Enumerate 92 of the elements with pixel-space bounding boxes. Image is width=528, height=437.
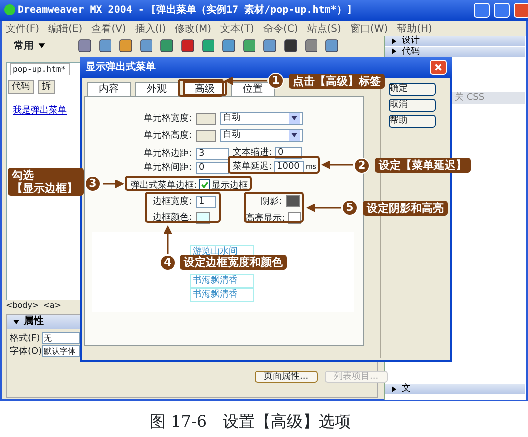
select-value: 自动 [223,113,241,124]
text-field[interactable]: 3 [196,148,229,160]
field-label: 单元格高度: [142,130,192,142]
toolbar-icon[interactable] [140,39,152,53]
collapse-arrow-icon [13,318,20,326]
toolbar-icon[interactable] [160,39,174,53]
app-icon [4,4,16,16]
toolbar-icon[interactable] [78,39,91,53]
dialog-tab[interactable]: 外观 [135,82,179,96]
dialog-tab[interactable]: 内容 [87,82,131,96]
checkbox-label: 显示边框 [212,180,248,192]
highlight-frame [178,79,224,97]
callout-label: 点击【高级】标签 [289,74,385,89]
callout-arrow [306,204,342,212]
figure-caption: 图 17-6 设置【高级】选项 [150,411,352,433]
menu-item[interactable]: 站点(S) [307,22,342,36]
select-field[interactable]: 自动 [220,129,303,142]
callout-label: 设定【菜单延迟】 [375,158,471,173]
menu-item[interactable]: 帮助(H) [397,22,432,36]
field-label: 字体(O) [10,346,43,358]
field-label: 边框颜色: [152,212,192,224]
color-swatch[interactable] [286,195,300,207]
minimize-button[interactable] [474,3,490,18]
insert-category-dropdown[interactable]: 常用 [14,39,54,53]
view-button[interactable]: 拆 [38,80,55,94]
panel-header[interactable]: 代码 [385,46,525,56]
dropdown-arrow-icon [289,130,300,141]
format-field[interactable]: 默认字体 [42,345,80,357]
callout-arrow [321,161,354,169]
dropdown-arrow-icon [289,113,300,124]
toolbar-icon[interactable] [284,39,297,53]
field-label: 格式(F) [10,333,42,345]
expand-arrow-icon [391,386,398,392]
color-swatch[interactable] [196,113,216,125]
field-label: 阴影: [260,196,282,208]
panel-header[interactable]: 文 [385,384,525,394]
toolbar-icon[interactable] [304,39,318,53]
close-button[interactable] [430,60,447,75]
window-title: Dreamweaver MX 2004 - [弹出菜单（实例17 素材/pop-up.htm*）] [18,3,353,18]
close-icon [434,63,443,72]
dialog-button[interactable]: 确定 [389,83,436,96]
callout-arrow [224,77,268,85]
text-field[interactable]: 1 [196,196,216,208]
dialog-title: 显示弹出式菜单 [86,60,156,75]
toolbar-icon[interactable] [202,39,214,53]
menu-item[interactable]: 插入(I) [135,22,166,36]
field-label: 边框宽度: [152,196,192,208]
tag-selector[interactable]: <a> [43,300,62,312]
toolbar-icon[interactable] [181,39,194,53]
checkbox[interactable] [199,179,210,190]
field-label: 单元格宽度: [142,113,192,125]
menu-item[interactable]: 文本(T) [220,22,254,36]
toolbar-icon[interactable] [119,39,132,53]
menu-item[interactable]: 窗口(W) [350,22,388,36]
menu-item[interactable]: 文件(F) [6,22,40,36]
dialog-button[interactable]: 帮助 [389,115,436,128]
dialog-tab[interactable]: 位置 [231,82,275,96]
menu-item[interactable]: 命令(C) [263,22,298,36]
tag-selector[interactable]: <body> [6,300,40,312]
toolbar-icon[interactable] [242,39,256,53]
field-label: 单元格边距: [142,148,192,160]
text-field[interactable]: 0 [196,162,229,174]
view-button[interactable]: 代码 [8,80,34,94]
select-value: 自动 [223,130,241,141]
field-label: 菜单延迟: [232,161,272,173]
callout-arrow [164,225,172,255]
callout-label: 勾选【显示边框】 [8,168,84,196]
field-label: 单元格间距: [142,162,192,174]
toolbar-icon[interactable] [325,39,338,53]
field-label: 文本缩进: [232,147,272,159]
menu-item[interactable]: 编辑(E) [48,22,83,36]
page-link[interactable]: 我是弹出菜单 [13,105,83,118]
dialog-button[interactable]: 取消 [389,99,436,112]
toolbar-icon[interactable] [222,39,235,53]
toolbar-icon[interactable] [98,39,112,53]
callout-label: 设定边框宽度和颜色 [180,255,287,270]
close-button[interactable] [514,3,528,18]
document-tab[interactable]: pop-up.htm* [10,63,70,75]
text-field[interactable]: 1000 [274,161,304,173]
format-field[interactable]: 无 [42,332,80,344]
menu-item[interactable]: 查看(V) [92,22,126,36]
menu-item[interactable]: 修改(M) [175,22,212,36]
select-field[interactable]: 自动 [220,112,303,125]
caret-icon [38,42,46,50]
field-label: 弹出式菜单边框: [130,180,197,192]
callout-label: 设定阴影和高亮 [363,201,448,216]
maximize-button[interactable] [494,3,510,18]
properties-button[interactable]: 页面属性... [255,371,318,383]
callout-arrow [102,180,125,188]
panel-header[interactable]: 设计 [385,36,525,46]
toolbar-icon[interactable] [263,39,276,53]
color-swatch[interactable] [196,130,216,142]
